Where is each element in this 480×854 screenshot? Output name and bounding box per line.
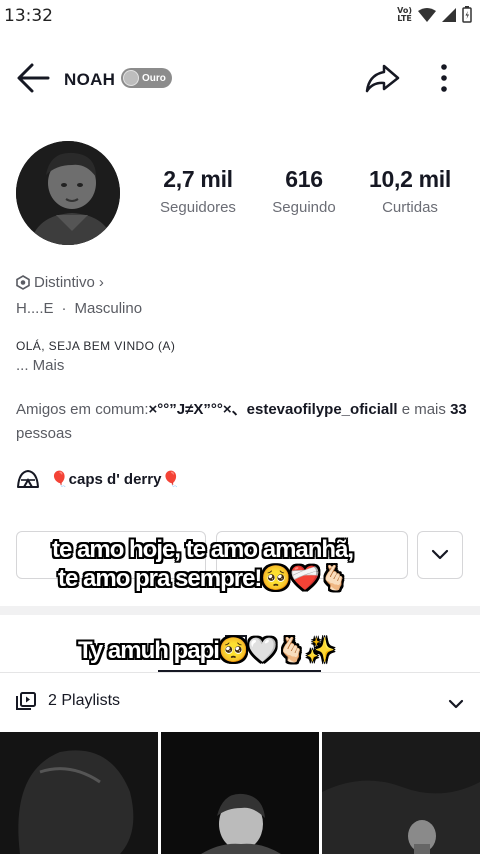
share-button[interactable] <box>362 60 402 96</box>
section-divider <box>0 606 480 615</box>
status-bar: 13:32 Vo) LTE <box>0 0 480 34</box>
followers-count: 2,7 mil <box>163 166 233 192</box>
playlists-expand[interactable] <box>446 694 466 714</box>
more-options-button[interactable] <box>430 62 458 96</box>
bio-welcome-text: OLÁ, SEJA BEM VINDO (A) <box>16 339 176 353</box>
mutual-friend-1: ×°°”J≠X”°°×、 <box>148 401 247 418</box>
status-icons: Vo) LTE <box>397 6 472 23</box>
group-chat-link[interactable]: 🎈caps d' derry🎈 <box>16 469 180 489</box>
volte-icon: Vo) LTE <box>397 5 412 23</box>
chevron-right-icon: › <box>98 274 104 291</box>
video-thumbnail[interactable] <box>322 732 480 854</box>
mutual-prefix: Amigos em comum: <box>16 401 149 418</box>
badge-label: Ouro <box>142 72 166 84</box>
tab-active-indicator <box>158 670 321 672</box>
likes-label: Curtidas <box>382 199 438 216</box>
distintivo-label: Distintivo <box>34 274 95 291</box>
caption-line-1: te amo hoje, te amo amanhã, <box>52 536 354 563</box>
thumbnail-image <box>0 732 158 854</box>
group-name: 🎈caps d' derry🎈 <box>50 471 181 488</box>
bio-separator: · <box>61 300 67 317</box>
chevron-down-icon <box>431 549 449 560</box>
bio-info-line: H....E · Masculino <box>16 300 142 317</box>
bio-gender: Masculino <box>74 300 143 317</box>
back-arrow-icon <box>17 63 50 93</box>
status-time: 13:32 <box>4 6 53 26</box>
playlists-label: 2 Playlists <box>48 692 121 709</box>
more-vert-icon <box>441 64 447 92</box>
mutual-suffix: pessoas <box>16 425 72 442</box>
wifi-icon <box>418 7 436 22</box>
stat-following[interactable]: 616 Seguindo <box>262 166 346 216</box>
mutual-friends[interactable]: Amigos em comum:×°°”J≠X”°°×、estevaofilyp… <box>16 398 468 446</box>
mutual-friend-2: estevaofilype_oficiall <box>246 401 398 418</box>
following-label: Seguindo <box>272 199 336 216</box>
thumbnail-image <box>322 732 480 854</box>
group-tent-icon <box>17 470 39 488</box>
distintivo-link[interactable]: Distintivo › <box>16 274 104 291</box>
suggestions-button[interactable] <box>417 531 463 579</box>
bio-more-link[interactable]: ... Mais <box>16 357 64 374</box>
avatar-photo <box>16 141 120 245</box>
level-badge[interactable]: Ouro <box>121 68 172 88</box>
stat-followers[interactable]: 2,7 mil Seguidores <box>152 166 244 216</box>
tab-bar-border <box>0 672 480 673</box>
likes-count: 10,2 mil <box>369 166 451 192</box>
followers-label: Seguidores <box>160 199 236 216</box>
playlists-header[interactable]: 2 Playlists <box>16 692 120 710</box>
mutual-count: 33 <box>450 401 467 418</box>
caption-line-2: te amo pra sempre!🥺❤️‍🩹🫰🏻 <box>58 565 349 592</box>
share-icon <box>365 64 400 93</box>
back-button[interactable] <box>14 60 52 96</box>
badge-icon <box>123 70 139 86</box>
bio-name: H....E <box>16 300 54 317</box>
mutual-mid: e mais <box>397 401 451 418</box>
caption-line-3: Ty amuh papi🥺🤍🫰🏻✨ <box>78 637 335 664</box>
following-count: 616 <box>285 166 323 192</box>
battery-icon <box>462 6 472 23</box>
stat-likes: 10,2 mil Curtidas <box>360 166 460 216</box>
video-thumbnail[interactable] <box>161 732 319 854</box>
profile-avatar[interactable] <box>16 141 120 245</box>
playlist-icon <box>16 692 36 710</box>
video-thumbnail[interactable] <box>0 732 158 854</box>
profile-username: NOAH <box>64 70 116 89</box>
thumbnail-image <box>161 732 319 854</box>
chevron-down-icon <box>448 699 464 709</box>
hexagon-badge-icon <box>16 275 30 290</box>
signal-icon <box>442 7 456 22</box>
